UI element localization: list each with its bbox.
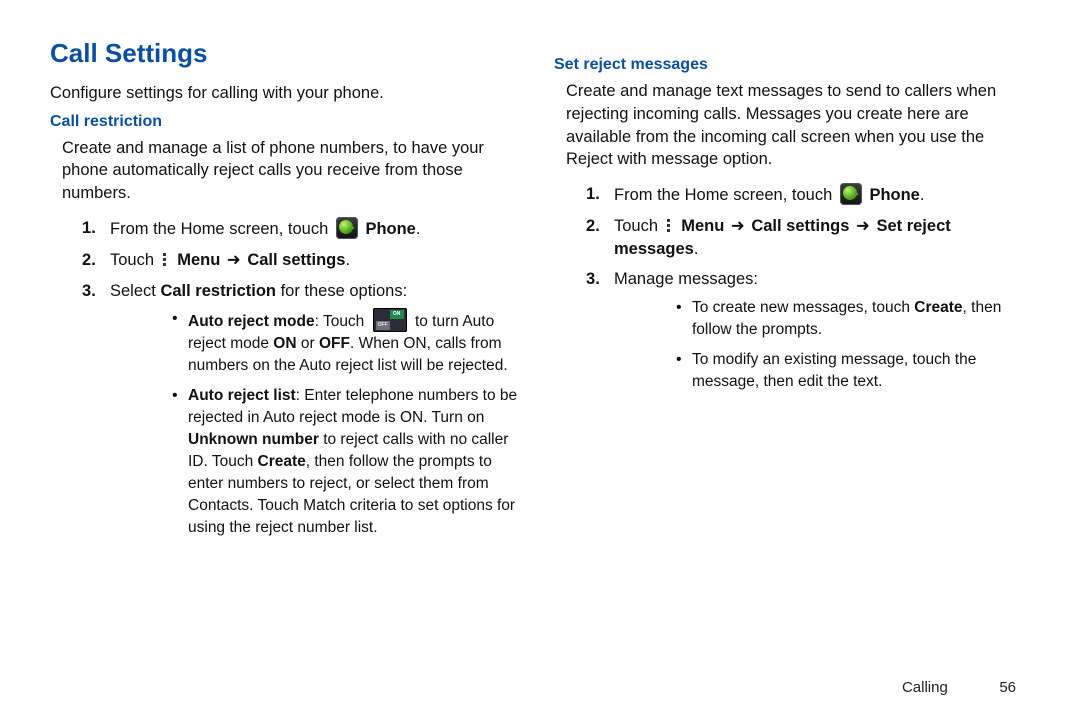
toggle-icon: ON OFF: [373, 308, 407, 332]
option-auto-reject-mode: Auto reject mode: Touch ON OFF to turn A…: [110, 308, 526, 385]
bold: OFF: [319, 335, 350, 352]
text: .: [920, 186, 925, 204]
bold: Create: [258, 453, 306, 470]
text: .: [694, 240, 699, 258]
text: for these options:: [276, 282, 407, 300]
left-column: Call Settings Configure settings for cal…: [50, 36, 526, 551]
phone-label: Phone: [869, 186, 919, 204]
manage-list: To create new messages, touch Create, th…: [614, 297, 1030, 401]
right-column: Set reject messages Create and manage te…: [554, 36, 1030, 551]
bullet-create: To create new messages, touch Create, th…: [614, 297, 1030, 349]
intro-text: Configure settings for calling with your…: [50, 82, 526, 105]
text: : Touch: [315, 313, 369, 330]
arrow-icon: ➜: [731, 215, 745, 238]
step-2: Touch Menu ➜ Call settings ➜ Set reject …: [554, 211, 1030, 265]
section-label: Calling: [902, 679, 948, 696]
step-3: Select Call restriction for these option…: [50, 276, 526, 552]
text: Touch: [110, 251, 159, 269]
bold: Unknown number: [188, 431, 319, 448]
toggle-off-label: OFF: [376, 321, 390, 330]
text: To modify an existing message, touch the…: [692, 351, 976, 390]
toggle-on-label: ON: [390, 310, 404, 319]
step-1: From the Home screen, touch Phone.: [554, 179, 1030, 211]
options-list: Auto reject mode: Touch ON OFF to turn A…: [110, 308, 526, 547]
text: To create new messages, touch: [692, 299, 914, 316]
step-2: Touch Menu ➜ Call settings.: [50, 245, 526, 276]
set-reject-steps: From the Home screen, touch Phone. Touch…: [554, 179, 1030, 405]
step-3: Manage messages: To create new messages,…: [554, 264, 1030, 405]
menu-icon: [162, 252, 170, 268]
page-title: Call Settings: [50, 36, 526, 72]
bullet-modify: To modify an existing message, touch the…: [614, 349, 1030, 401]
bold: Call restriction: [160, 282, 276, 300]
step-1: From the Home screen, touch Phone.: [50, 213, 526, 245]
text: Select: [110, 282, 160, 300]
bold: Auto reject mode: [188, 313, 315, 330]
text: From the Home screen, touch: [110, 220, 333, 238]
subhead-call-restriction: Call restriction: [50, 111, 526, 133]
text: Manage messages:: [614, 270, 758, 288]
subhead-set-reject-messages: Set reject messages: [554, 54, 1030, 76]
call-restriction-desc: Create and manage a list of phone number…: [62, 137, 526, 205]
phone-icon: [336, 217, 358, 239]
menu-icon: [666, 218, 674, 234]
text: Touch: [614, 217, 663, 235]
bold: ON: [273, 335, 296, 352]
bold: Create: [914, 299, 962, 316]
page-number: 56: [976, 679, 1016, 696]
set-reject-desc: Create and manage text messages to send …: [566, 80, 1030, 171]
menu-label: Menu: [681, 217, 724, 235]
arrow-icon: ➜: [856, 215, 870, 238]
menu-path: Call settings: [751, 217, 849, 235]
arrow-icon: ➜: [227, 249, 241, 272]
page-footer: Calling 56: [902, 679, 1016, 696]
phone-icon: [840, 183, 862, 205]
call-restriction-steps: From the Home screen, touch Phone. Touch…: [50, 213, 526, 551]
phone-label: Phone: [365, 220, 415, 238]
bold: Auto reject list: [188, 387, 296, 404]
option-auto-reject-list: Auto reject list: Enter telephone number…: [110, 385, 526, 547]
text: From the Home screen, touch: [614, 186, 837, 204]
text: or: [297, 335, 319, 352]
text: .: [416, 220, 421, 238]
text: .: [345, 251, 350, 269]
manual-page: Call Settings Configure settings for cal…: [0, 0, 1080, 720]
menu-path: Call settings: [247, 251, 345, 269]
menu-label: Menu: [177, 251, 220, 269]
